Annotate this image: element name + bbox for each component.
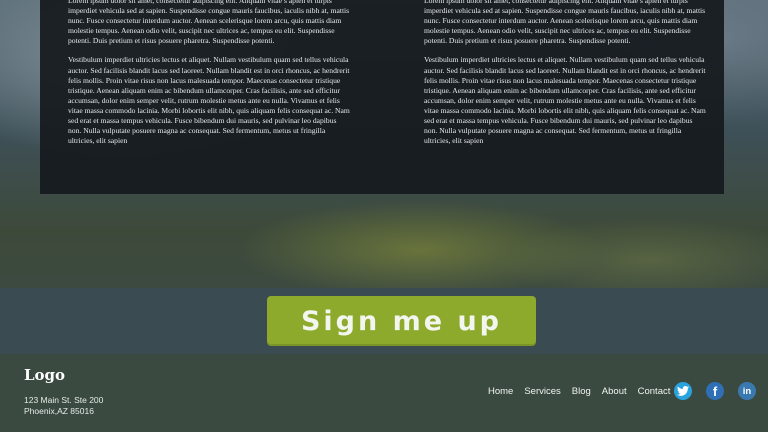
- logo[interactable]: Logo: [24, 366, 65, 384]
- nav-link-blog[interactable]: Blog: [572, 386, 591, 397]
- nav-link-contact[interactable]: Contact: [638, 386, 671, 397]
- footer-nav: Home Services Blog About Contact: [488, 386, 670, 397]
- sign-up-button[interactable]: Sign me up: [267, 296, 536, 346]
- nav-link-services[interactable]: Services: [524, 386, 560, 397]
- paragraph: Vestibulum imperdiet ultricies lectus et…: [68, 55, 350, 146]
- address: 123 Main St. Ste 200 Phoenix,AZ 85016: [24, 395, 103, 417]
- twitter-bird-glyph: [677, 386, 689, 396]
- paragraph: Lorem ipsum dolor sit amet, consectetur …: [68, 0, 350, 46]
- content-panel: Lorem ipsum dolor sit amet, consectetur …: [40, 0, 724, 194]
- nav-link-about[interactable]: About: [602, 386, 627, 397]
- address-line-2: Phoenix,AZ 85016: [24, 406, 94, 416]
- paragraph: Vestibulum imperdiet ultricies lectus et…: [424, 55, 706, 146]
- linkedin-icon[interactable]: in: [738, 382, 756, 400]
- facebook-icon[interactable]: f: [706, 382, 724, 400]
- text-column-right: Lorem ipsum dolor sit amet, consectetur …: [424, 0, 706, 155]
- twitter-icon[interactable]: [674, 382, 692, 400]
- text-column-left: Lorem ipsum dolor sit amet, consectetur …: [68, 0, 350, 155]
- nav-link-home[interactable]: Home: [488, 386, 513, 397]
- address-line-1: 123 Main St. Ste 200: [24, 395, 104, 405]
- paragraph: Lorem ipsum dolor sit amet, consectetur …: [424, 0, 706, 46]
